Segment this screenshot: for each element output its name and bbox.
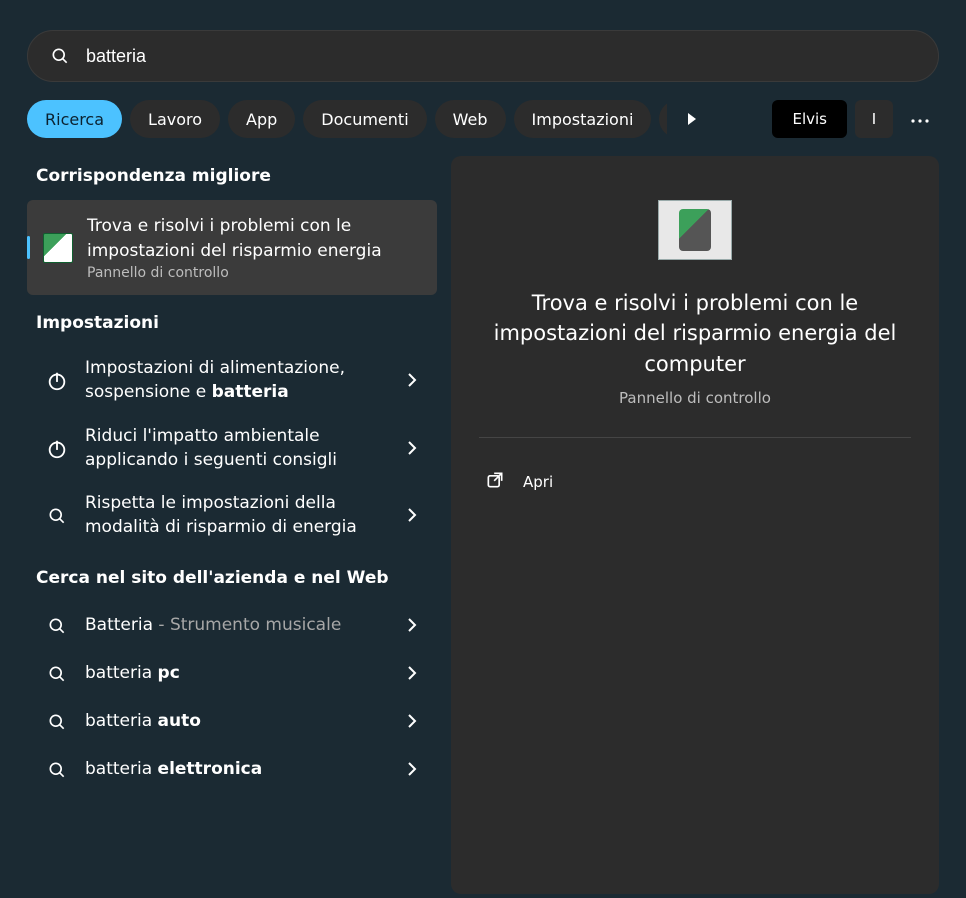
best-match-title: Trova e risolvi i problemi con le impost… [87,214,421,263]
header-right: Elvis I [772,100,939,138]
preview-app-icon [658,200,732,260]
filters-row: Ricerca Lavoro App Documenti Web Imposta… [27,100,939,138]
web-result-3[interactable]: batteria elettronica [27,746,437,794]
result-label: Rispetta le impostazioni della modalità … [85,492,393,540]
preview-pane: Trova e risolvi i problemi con le impost… [451,156,939,894]
result-label: Riduci l'impatto ambientale applicando i… [85,425,393,473]
chevron-right-icon [407,372,425,390]
search-icon [43,708,71,736]
action-open[interactable]: Apri [479,460,911,504]
search-bar[interactable] [27,30,939,82]
pill-label: Web [453,110,488,129]
action-open-label: Apri [523,473,553,491]
chevron-right-icon [407,713,425,731]
result-label: batteria pc [85,662,393,686]
text-pre: batteria [85,759,158,779]
filter-pill-ricerca[interactable]: Ricerca [27,100,122,138]
section-settings: Impostazioni [36,313,437,333]
settings-result-0[interactable]: Impostazioni di alimentazione, sospensio… [27,347,437,415]
web-result-1[interactable]: batteria pc [27,650,437,698]
text-pre: batteria [85,711,158,731]
filters-scroll-right[interactable] [675,100,709,138]
result-label: Impostazioni di alimentazione, sospensio… [85,357,393,405]
filter-pill-web[interactable]: Web [435,100,506,138]
web-result-2[interactable]: batteria auto [27,698,437,746]
text-pre: batteria [85,663,158,683]
chevron-right-icon [407,440,425,458]
search-icon [43,502,71,530]
filter-pills: Ricerca Lavoro App Documenti Web Imposta… [27,100,667,138]
pill-label: App [246,110,277,129]
text-bold: pc [158,663,180,683]
filter-pill-documenti[interactable]: Documenti [303,100,426,138]
settings-result-1[interactable]: Riduci l'impatto ambientale applicando i… [27,415,437,483]
divider [479,437,911,438]
main-area: Corrispondenza migliore Trova e risolvi … [27,156,939,894]
search-icon [43,660,71,688]
web-result-0[interactable]: Batteria - Strumento musicale [27,602,437,650]
result-label: batteria auto [85,710,393,734]
best-match-subtitle: Pannello di controllo [87,265,421,281]
results-column: Corrispondenza migliore Trova e risolvi … [27,156,437,894]
control-panel-icon [43,233,73,263]
best-match-result[interactable]: Trova e risolvi i problemi con le impost… [27,200,437,295]
filter-pill-persone[interactable]: Persone [659,100,667,138]
best-match-text: Trova e risolvi i problemi con le impost… [87,214,421,281]
text-sub: - Strumento musicale [153,615,341,635]
preview-title: Trova e risolvi i problemi con le impost… [479,288,911,379]
search-input[interactable] [86,46,920,67]
pill-label: Impostazioni [532,110,634,129]
search-icon [46,42,74,70]
account-initial: I [872,110,876,128]
text-bold: batteria [212,382,289,402]
text-bold: auto [158,711,201,731]
result-label: batteria elettronica [85,758,393,782]
text-bold: elettronica [158,759,263,779]
user-name: Elvis [792,110,827,128]
filter-pill-app[interactable]: App [228,100,295,138]
power-icon [43,367,71,395]
filter-pill-lavoro[interactable]: Lavoro [130,100,220,138]
pill-label: Lavoro [148,110,202,129]
user-chip[interactable]: Elvis [772,100,847,138]
pill-label: Documenti [321,110,408,129]
text-pre: Batteria [85,615,153,635]
preview-subtitle: Pannello di controllo [619,389,771,407]
ellipsis-icon [911,110,929,128]
chevron-right-icon [407,761,425,779]
result-label: Batteria - Strumento musicale [85,614,393,638]
section-web: Cerca nel sito dell'azienda e nel Web [36,568,437,588]
pill-label: Ricerca [45,110,104,129]
power-icon [43,435,71,463]
more-button[interactable] [901,100,939,138]
search-icon [43,612,71,640]
open-icon [485,470,505,494]
chevron-right-icon [407,665,425,683]
section-best-match: Corrispondenza migliore [36,166,437,186]
account-switch-button[interactable]: I [855,100,893,138]
chevron-right-icon [407,617,425,635]
search-icon [43,756,71,784]
filter-pill-impostazioni[interactable]: Impostazioni [514,100,652,138]
settings-result-2[interactable]: Rispetta le impostazioni della modalità … [27,482,437,550]
chevron-right-icon [407,507,425,525]
